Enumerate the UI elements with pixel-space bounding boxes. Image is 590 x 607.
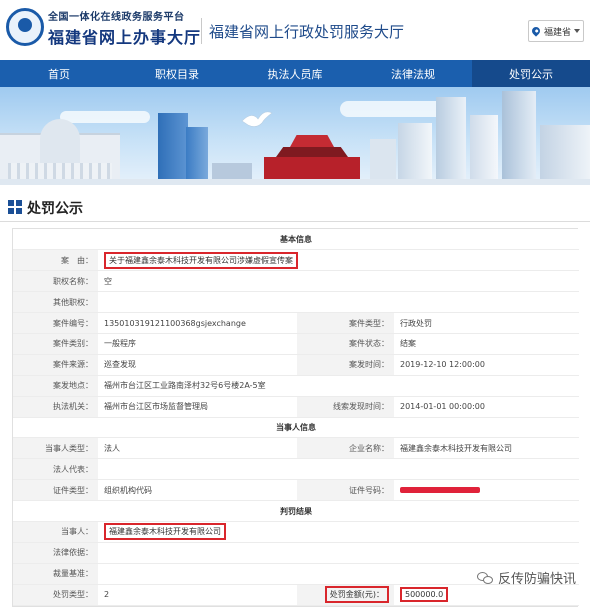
agency-value: 福州市台江区市场监督管理局	[98, 396, 297, 418]
other-power-value	[98, 291, 579, 314]
clue-time-value: 2014-01-01 00:00:00	[394, 396, 579, 418]
table-row: 案 由： 关于福建鑫余泰木科技开发有限公司涉嫌虚假宣传案	[13, 249, 579, 272]
company-name-label: 企业名称：	[297, 437, 394, 460]
penalty-detail-table: 基本信息 案 由： 关于福建鑫余泰木科技开发有限公司涉嫌虚假宣传案 职权名称： …	[13, 229, 579, 606]
penalty-detail-panel: 基本信息 案 由： 关于福建鑫余泰木科技开发有限公司涉嫌虚假宣传案 职权名称： …	[12, 228, 579, 607]
table-row: 案件编号： 135010319121100368gsjexchange 案件类型…	[13, 312, 579, 334]
other-power-label: 其他职权：	[13, 291, 98, 314]
company-name-value: 福建鑫余泰木科技开发有限公司	[394, 437, 579, 460]
header-divider	[201, 18, 202, 44]
party-info-heading: 当事人信息	[13, 417, 579, 439]
power-value: 空	[98, 270, 579, 293]
result-heading: 判罚结果	[13, 500, 579, 522]
table-row: 法人代表：	[13, 458, 579, 481]
region-label: 福建省	[544, 27, 572, 38]
incident-time-label: 案发时间：	[297, 354, 394, 376]
result-party-label: 当事人：	[13, 521, 98, 543]
table-row: 判罚结果	[13, 500, 579, 522]
site-header: 全国一体化在线政务服务平台 福建省网上办事大厅 福建省网上行政处罚服务大厅 福建…	[0, 0, 590, 60]
party-type-label: 当事人类型：	[13, 437, 98, 460]
status-value: 结案	[394, 333, 579, 355]
incident-time-value: 2019-12-10 12:00:00	[394, 354, 579, 376]
source-value: 巡查发现	[98, 354, 297, 376]
table-row: 当事人类型： 法人 企业名称： 福建鑫余泰木科技开发有限公司	[13, 437, 579, 460]
case-no-value: 135010319121100368gsjexchange	[98, 312, 297, 334]
legal-rep-label: 法人代表：	[13, 458, 98, 481]
table-row: 当事人： 福建鑫余泰木科技开发有限公司	[13, 521, 579, 543]
category-label: 案件类别：	[13, 333, 98, 355]
case-value: 关于福建鑫余泰木科技开发有限公司涉嫌虚假宣传案	[104, 251, 298, 269]
case-no-label: 案件编号：	[13, 312, 98, 334]
main-nav: 首页 职权目录 执法人员库 法律法规 处罚公示	[0, 60, 590, 87]
table-row: 处罚类型： 2 处罚金额(元)： 500000.0	[13, 584, 579, 606]
category-value: 一般程序	[98, 333, 297, 355]
site-title: 福建省网上行政处罚服务大厅	[209, 23, 405, 41]
penalty-type-label: 处罚类型：	[13, 584, 98, 606]
nav-item-penalty-publicity[interactable]: 处罚公示	[472, 60, 590, 87]
region-selector[interactable]: 福建省	[528, 20, 584, 42]
power-label: 职权名称：	[13, 270, 98, 293]
table-row: 基本信息	[13, 229, 579, 251]
source-label: 案件来源：	[13, 354, 98, 376]
table-row: 当事人信息	[13, 417, 579, 439]
law-basis-label: 法律依据：	[13, 542, 98, 564]
case-label: 案 由：	[13, 249, 98, 272]
discretion-label: 裁量基准：	[13, 563, 98, 585]
id-number-redacted	[400, 487, 480, 494]
emblem-logo-icon[interactable]	[6, 8, 44, 46]
table-row: 案发地点： 福州市台江区工业路南泽村32号6号楼2A-5室	[13, 375, 579, 397]
place-label: 案发地点：	[13, 375, 98, 397]
legal-rep-value	[98, 458, 579, 481]
page-title: 处罚公示	[27, 201, 83, 217]
table-row: 证件类型： 组织机构代码 证件号码：	[13, 479, 579, 502]
chevron-down-icon	[574, 29, 581, 33]
party-type-value: 法人	[98, 437, 297, 460]
status-label: 案件状态：	[297, 333, 394, 355]
basic-info-heading: 基本信息	[13, 229, 579, 251]
table-row: 法律依据：	[13, 542, 579, 564]
id-type-label: 证件类型：	[13, 479, 98, 502]
clue-time-label: 线索发现时间：	[297, 396, 394, 418]
divider	[0, 221, 590, 222]
platform-name[interactable]: 福建省网上办事大厅	[48, 24, 201, 48]
case-type-value: 行政处罚	[394, 312, 579, 334]
table-row: 案件来源： 巡查发现 案发时间： 2019-12-10 12:00:00	[13, 354, 579, 376]
nav-item-laws[interactable]: 法律法规	[354, 60, 472, 87]
law-basis-value	[98, 542, 579, 564]
section-header: 处罚公示	[0, 185, 590, 225]
id-number-label: 证件号码：	[297, 479, 394, 502]
case-type-label: 案件类型：	[297, 312, 394, 334]
wechat-watermark: 反传防骗快讯	[476, 568, 576, 587]
dove-icon	[241, 111, 273, 127]
table-row: 其他职权：	[13, 291, 579, 314]
location-pin-icon	[530, 25, 542, 37]
city-skyline-banner	[0, 87, 590, 185]
watermark-text: 反传防骗快讯	[497, 572, 576, 587]
nav-item-power-catalog[interactable]: 职权目录	[118, 60, 236, 87]
table-row: 职权名称： 空	[13, 270, 579, 293]
result-party-value: 福建鑫余泰木科技开发有限公司	[104, 523, 226, 541]
nav-item-home[interactable]: 首页	[0, 60, 118, 87]
id-type-value: 组织机构代码	[98, 479, 297, 502]
agency-label: 执法机关：	[13, 396, 98, 418]
penalty-type-value: 2	[98, 584, 297, 606]
grid-icon	[8, 200, 22, 214]
platform-subtitle: 全国一体化在线政务服务平台	[48, 12, 185, 23]
table-row: 案件类别： 一般程序 案件状态： 结案	[13, 333, 579, 355]
chat-bubbles-icon	[476, 571, 493, 585]
nav-item-officers[interactable]: 执法人员库	[236, 60, 354, 87]
table-row: 执法机关： 福州市台江区市场监督管理局 线索发现时间： 2014-01-01 0…	[13, 396, 579, 418]
penalty-amount-label: 处罚金额(元)：	[324, 586, 389, 604]
place-value: 福州市台江区工业路南泽村32号6号楼2A-5室	[98, 375, 579, 397]
